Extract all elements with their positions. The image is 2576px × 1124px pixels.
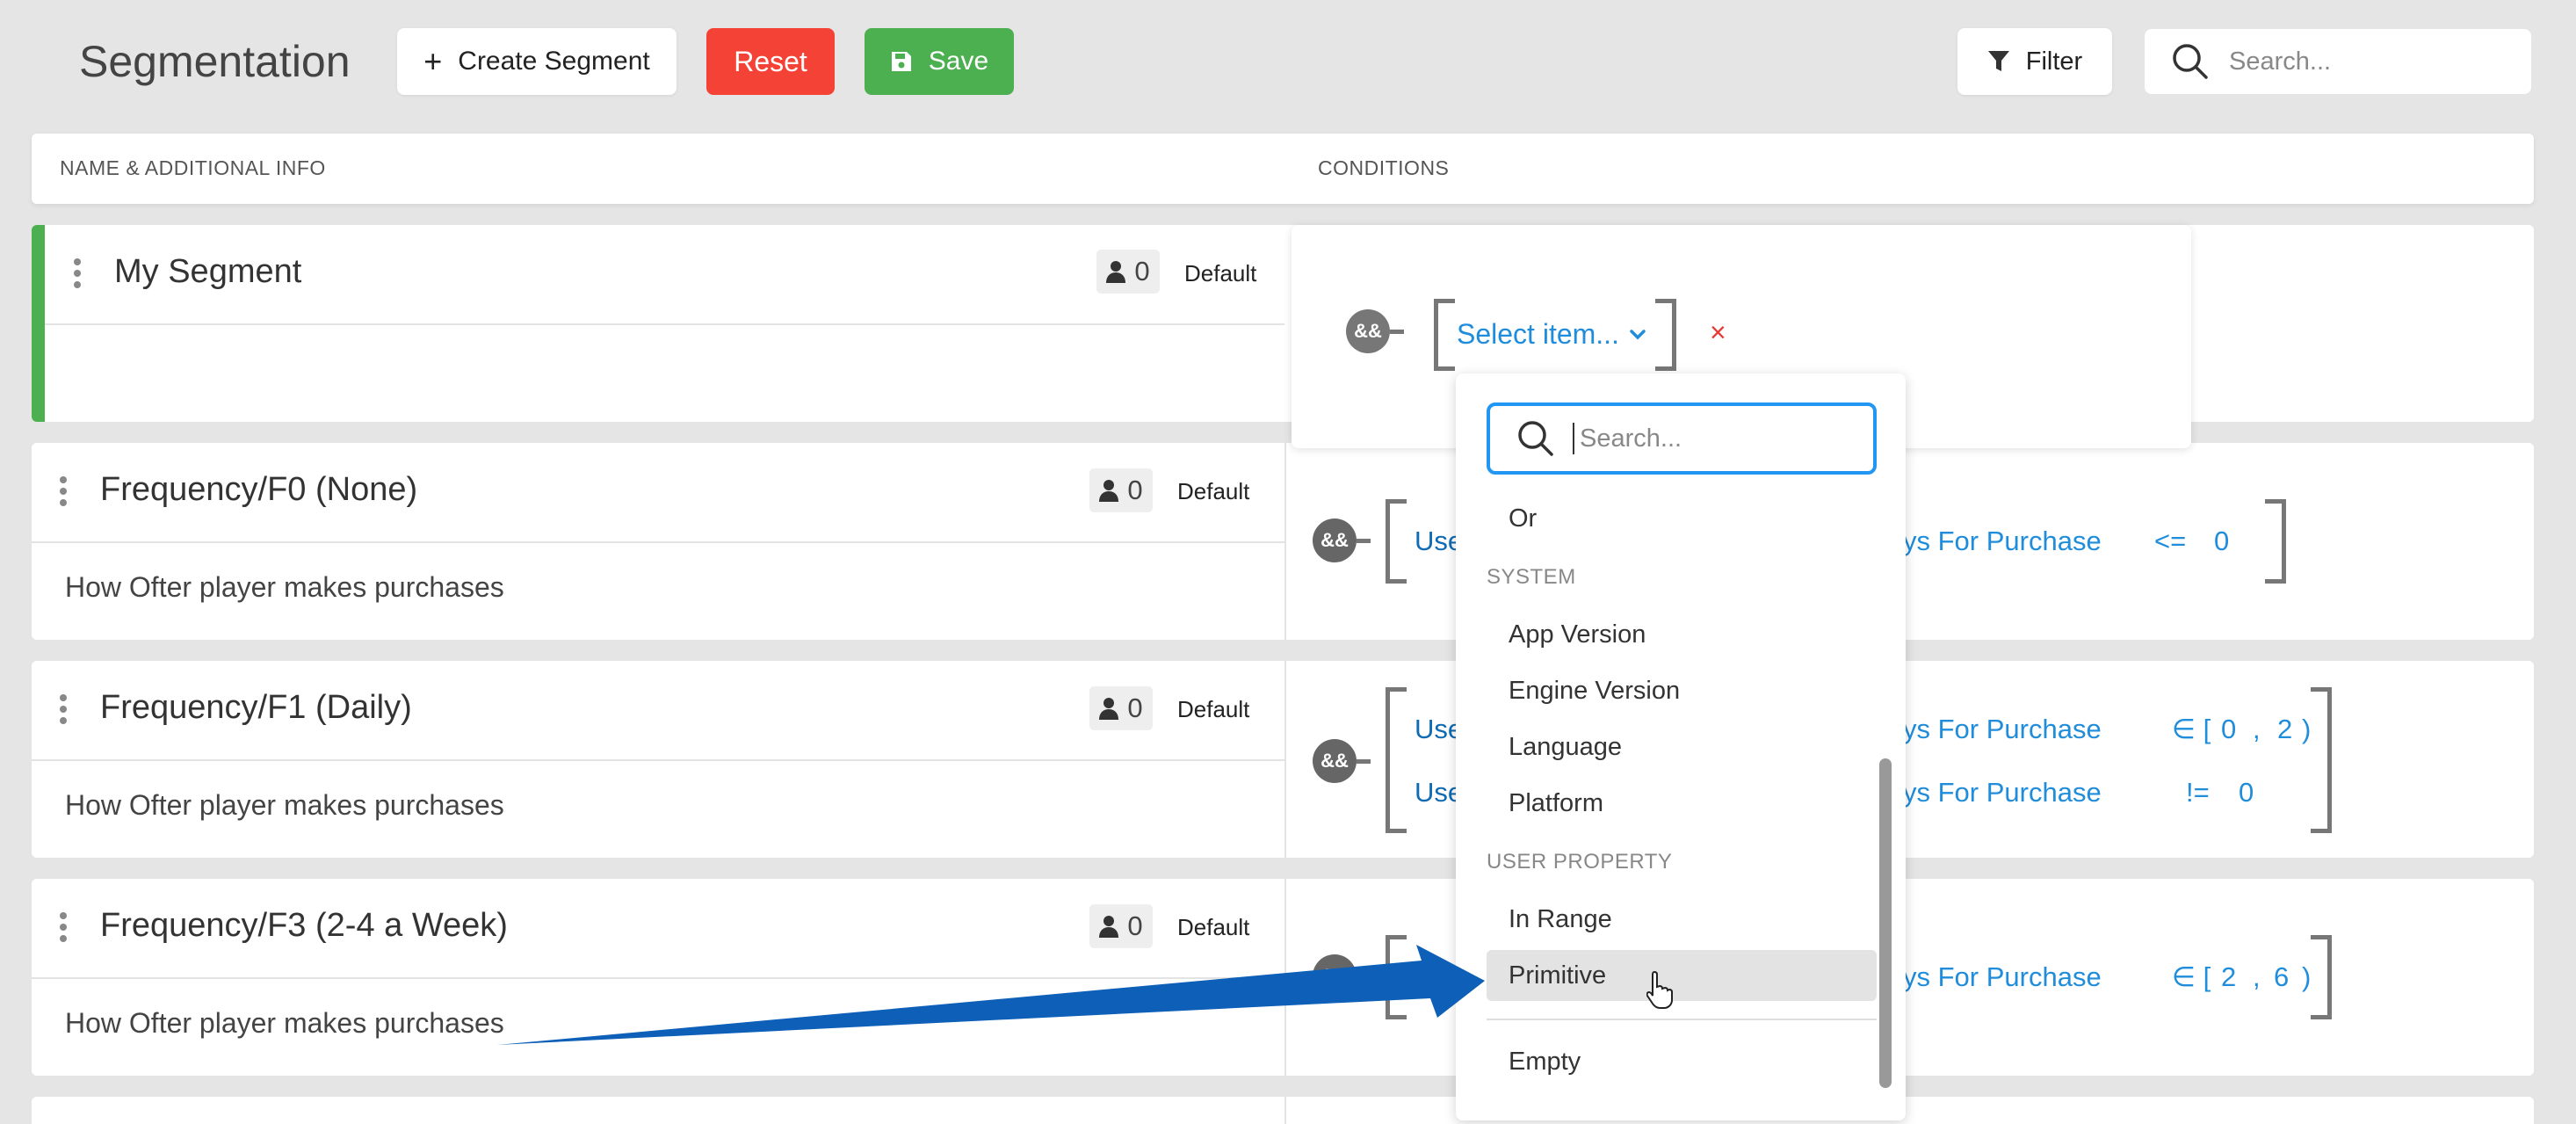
annotation-arrow [497,945,1485,1045]
arrow-shape [497,945,1485,1045]
hand-cursor-icon [1646,970,1673,1009]
